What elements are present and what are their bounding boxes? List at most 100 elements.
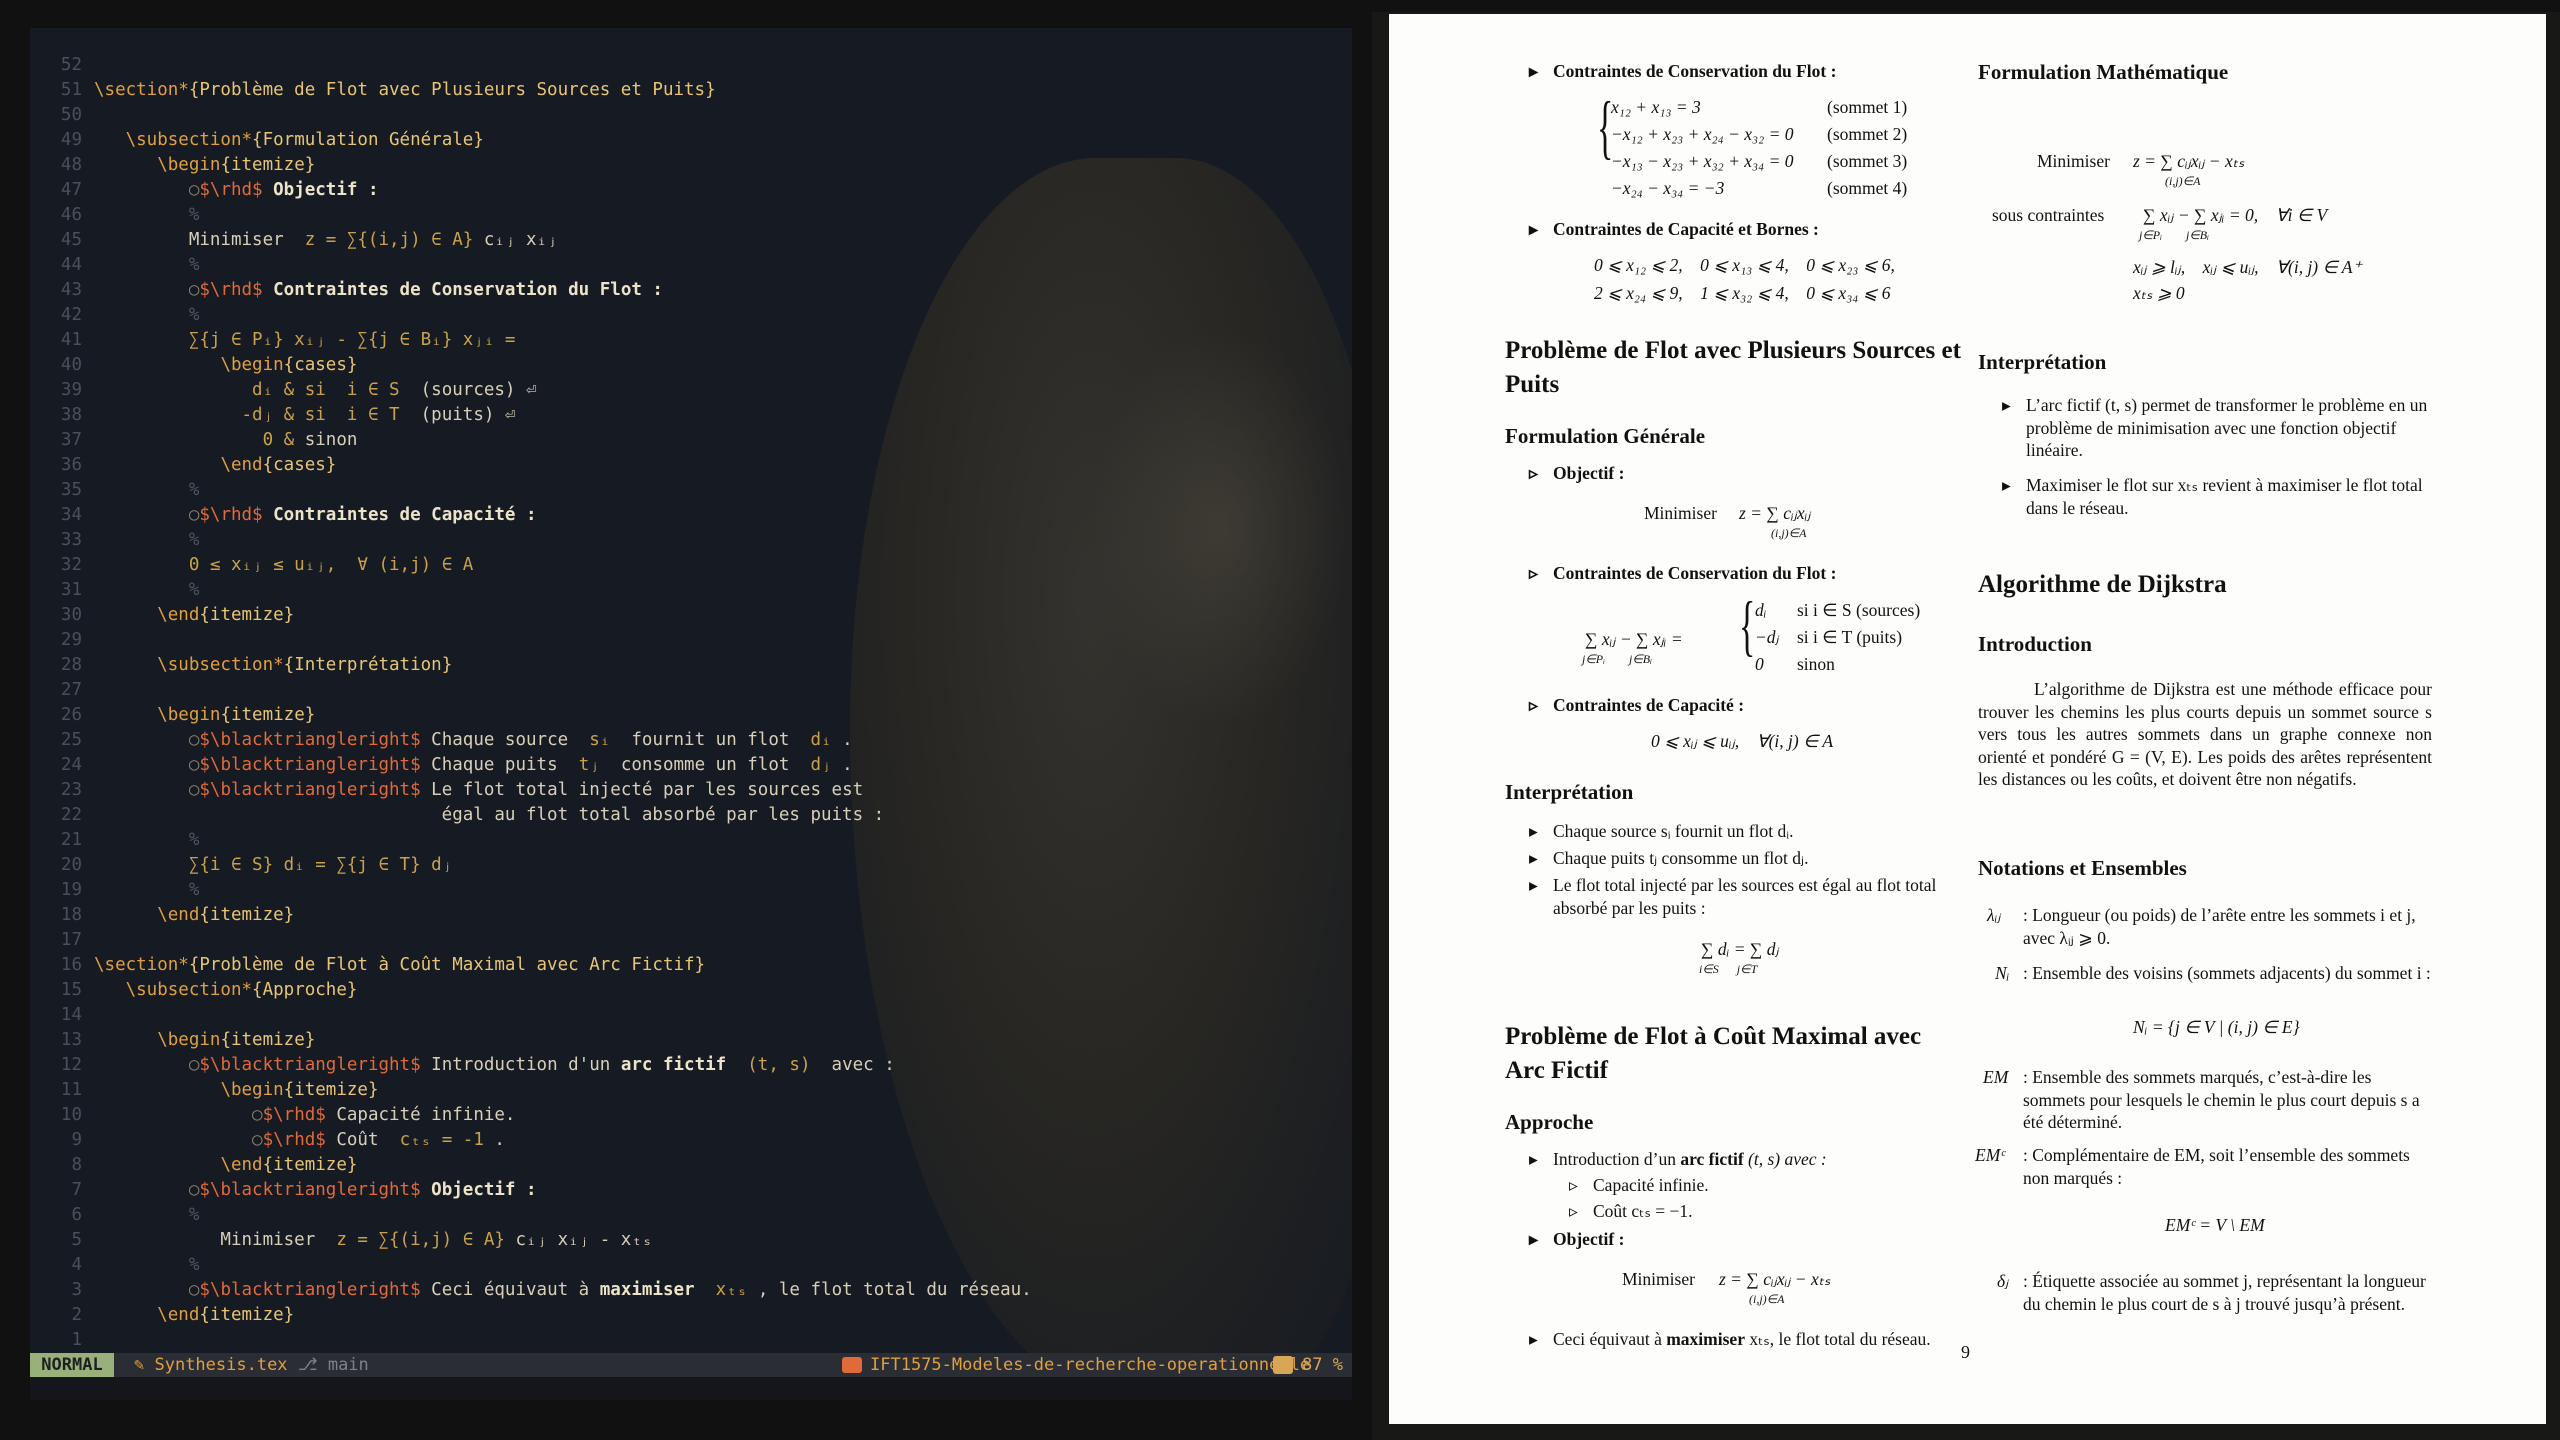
code-line[interactable]: 17 [30,928,1352,953]
code-token: . [831,730,853,750]
line-number: 43 [60,280,82,300]
line-content: % [94,203,200,228]
code-line[interactable]: 6 % [30,1203,1352,1228]
code-line[interactable]: 22 égal au flot total absorbé par les pu… [30,803,1352,828]
code-token: dⱼ [810,755,832,775]
code-line[interactable]: 48 \begin{itemize} [30,153,1352,178]
command-line[interactable] [30,1377,1352,1400]
code-token: \subsection* [125,980,253,1000]
code-editor[interactable]: 52 51 \section*{Problème de Flot avec Plus… [30,28,1352,1400]
code-line[interactable]: 16 \section*{Problème de Flot à Coût Maxi… [30,953,1352,978]
code-line[interactable]: 24 ○$\blacktriangleright$ Chaque puits t… [30,753,1352,778]
code-line[interactable]: 34 ○$\rhd$ Contraintes de Capacité : [30,503,1352,528]
code-line[interactable]: 52 [30,53,1352,78]
code-line[interactable]: 1 [30,1328,1352,1353]
code-line[interactable]: 29 [30,628,1352,653]
line-number: 35 [60,480,82,500]
code-line[interactable]: 11 \begin{itemize} [30,1078,1352,1103]
sc-equation-3: xₜₛ ⩾ 0 [2133,283,2185,303]
code-line[interactable]: 25 ○$\blacktriangleright$ Chaque source … [30,728,1352,753]
line-content: ○$\blacktriangleright$ Introduction d'un… [94,1053,895,1078]
code-line[interactable]: 42 % [30,303,1352,328]
code-line[interactable]: 12 ○$\blacktriangleright$ Introduction d… [30,1053,1352,1078]
line-number: 44 [60,255,82,275]
code-line[interactable]: 39 dᵢ & si i ∈ S (sources) ⏎ [30,378,1352,403]
code-line[interactable]: 38 -dⱼ & si i ∈ T (puits) ⏎ [30,403,1352,428]
line-number: 2 [71,1305,82,1325]
line-content: ○$\blacktriangleright$ Ceci équivaut à m… [94,1278,1032,1303]
line-content: \begin{cases} [94,353,357,378]
line-content: ○$\blacktriangleright$ Objectif : [94,1178,537,1203]
code-line[interactable]: 15 \subsection*{Approche} [30,978,1352,1003]
code-line[interactable]: 41 ∑{j ∈ Pᵢ} xᵢⱼ - ∑{j ∈ Bᵢ} xⱼᵢ = [30,328,1352,353]
code-line[interactable]: 21 % [30,828,1352,853]
interp-item-3: ▸ Le flot total injecté par les sources e… [1529,875,1937,918]
code-token: {cases} [283,355,358,375]
code-line[interactable]: 40 \begin{cases} [30,353,1352,378]
code-line[interactable]: 46 % [30,203,1352,228]
code-line[interactable]: 43 ○$\rhd$ Contraintes de Conservation d… [30,278,1352,303]
code-line[interactable]: 8 \end{itemize} [30,1153,1352,1178]
code-line[interactable]: 4 % [30,1253,1352,1278]
code-line[interactable]: 3 ○$\blacktriangleright$ Ceci équivaut à… [30,1278,1352,1303]
line-content: ○$\blacktriangleright$ Chaque puits tⱼ c… [94,753,853,778]
code-token: \end [157,605,200,625]
interp-item-2: ▸ Chaque puits tⱼ consomme un flot dⱼ. [1529,848,1809,868]
code-line[interactable]: 49 \subsection*{Formulation Générale} [30,128,1352,153]
code-token: {itemize} [262,1155,358,1175]
code-line[interactable]: 2 \end{itemize} [30,1303,1352,1328]
line-content: % [94,1253,200,1278]
code-token: {itemize} [199,1305,295,1325]
code-line[interactable]: 10 ○$\rhd$ Capacité infinie. [30,1103,1352,1128]
code-line[interactable]: 19 % [30,878,1352,903]
approche-objectif: ▸ Objectif : [1529,1229,1625,1249]
code-line[interactable]: 32 0 ≤ xᵢⱼ ≤ uᵢⱼ, ∀ (i,j) ∈ A [30,553,1352,578]
file-icon: ✎ [134,1355,155,1375]
code-line[interactable]: 14 [30,1003,1352,1028]
code-line[interactable]: 31 % [30,578,1352,603]
code-line[interactable]: 13 \begin{itemize} [30,1028,1352,1053]
code-line[interactable]: 23 ○$\blacktriangleright$ Le flot total … [30,778,1352,803]
code-line[interactable]: 47 ○$\rhd$ Objectif : [30,178,1352,203]
line-number: 51 [60,80,82,100]
line-number: 20 [60,855,82,875]
branch-icon: ⎇ [298,1355,328,1375]
approche-equation-sub: (i,j)∈A [1749,1292,1785,1306]
code-line[interactable]: 36 \end{cases} [30,453,1352,478]
code-line[interactable]: 27 [30,678,1352,703]
code-line[interactable]: 50 [30,103,1352,128]
minimiser-label: Minimiser [1644,503,1717,523]
code-line[interactable]: 35 % [30,478,1352,503]
code-line[interactable]: 51 \section*{Problème de Flot avec Plusie… [30,78,1352,103]
line-number: 8 [71,1155,82,1175]
interp-item-1: ▸ Chaque source sᵢ fournit un flot dᵢ. [1529,821,1794,841]
code-line[interactable]: 20 ∑{i ∈ S} dᵢ = ∑{j ∈ T} dⱼ [30,853,1352,878]
code-token: \subsection* [157,655,284,675]
code-line[interactable]: 7 ○$\blacktriangleright$ Objectif : [30,1178,1352,1203]
code-line[interactable]: 45 Minimiser z = ∑{(i,j) ∈ A} cᵢⱼ xᵢⱼ [30,228,1352,253]
cons2-lhs-sub: j∈Pᵢ j∈Bᵢ [1582,652,1653,666]
code-line[interactable]: 33 % [30,528,1352,553]
code-line[interactable]: 30 \end{itemize} [30,603,1352,628]
code-line[interactable]: 18 \end{itemize} [30,903,1352,928]
code-line[interactable]: 28 \subsection*{Interprétation} [30,653,1352,678]
code-token: Chaque source [420,730,590,750]
code-line[interactable]: 9 ○$\rhd$ Coût cₜₛ = -1 . [30,1128,1352,1153]
code-line[interactable]: 5 Minimiser z = ∑{(i,j) ∈ A} cᵢⱼ xᵢⱼ - x… [30,1228,1352,1253]
line-number: 33 [60,530,82,550]
scroll-percent: 87 % [1302,1355,1343,1375]
line-content: \subsection*{Formulation Générale} [94,128,484,153]
code-line[interactable]: 37 0 & sinon [30,428,1352,453]
line-number: 31 [60,580,82,600]
code-line[interactable]: 26 \begin{itemize} [30,703,1352,728]
line-content: % [94,578,200,603]
code-line[interactable]: 44 % [30,253,1352,278]
